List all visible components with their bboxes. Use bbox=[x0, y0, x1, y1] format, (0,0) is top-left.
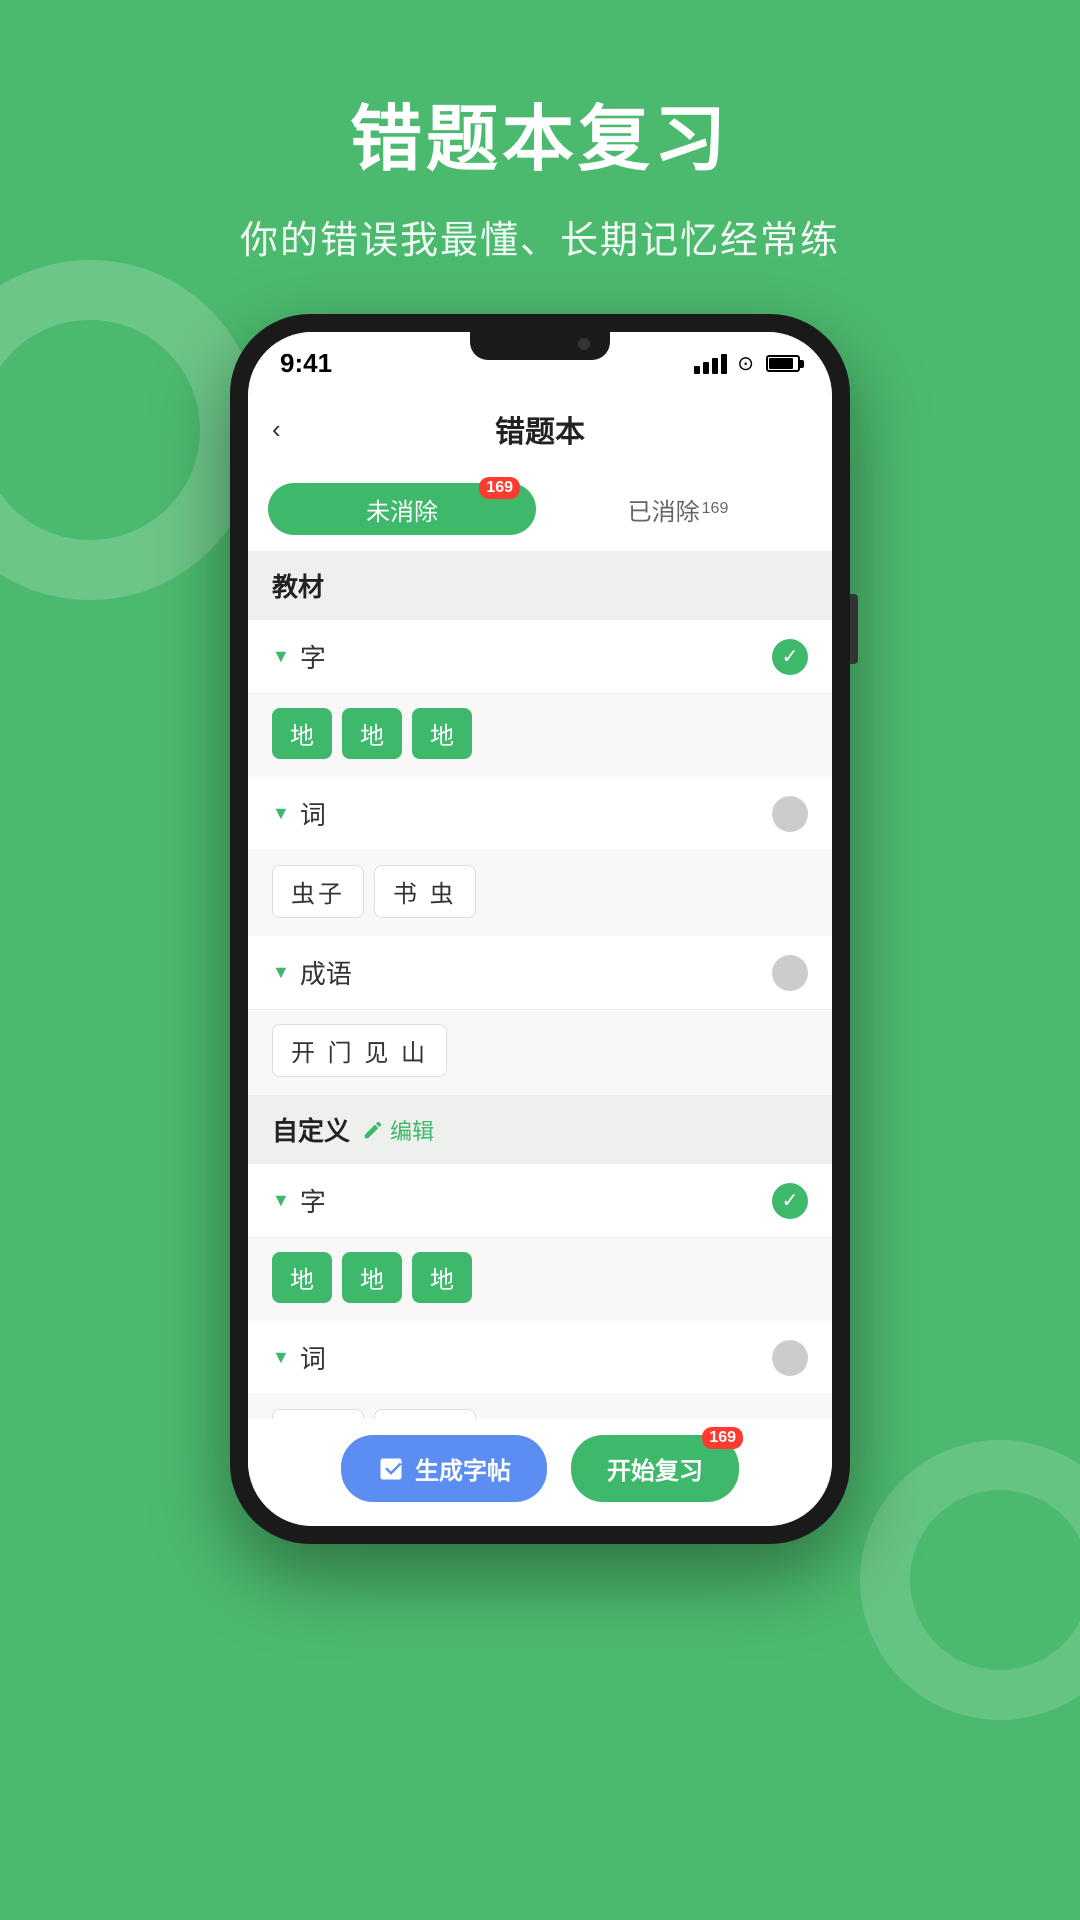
words-row-char-1: 地 地 地 bbox=[248, 694, 832, 777]
page-subtitle: 你的错误我最懂、长期记忆经常练 bbox=[0, 209, 1080, 264]
category-name-char-2: 字 bbox=[300, 1182, 326, 1219]
chevron-down-icon: ▼ bbox=[272, 1347, 290, 1368]
tab-uncleared-badge: 169 bbox=[479, 477, 520, 499]
start-button[interactable]: 开始复习 169 bbox=[571, 1435, 739, 1502]
tab-cleared-badge: 169 bbox=[702, 500, 729, 518]
category-left-word-2: ▼ 词 bbox=[272, 1339, 326, 1376]
tab-uncleared[interactable]: 未消除 169 bbox=[268, 483, 536, 535]
words-row-word-1: 虫子 书 虫 bbox=[248, 851, 832, 936]
start-label: 开始复习 bbox=[607, 1451, 703, 1486]
category-left-char-1: ▼ 字 bbox=[272, 638, 326, 675]
generate-icon bbox=[377, 1455, 405, 1483]
tab-cleared-label: 已消除 bbox=[628, 492, 700, 527]
phone-side-button bbox=[850, 594, 858, 664]
start-badge: 169 bbox=[702, 1427, 743, 1449]
generate-button[interactable]: 生成字帖 bbox=[341, 1435, 547, 1502]
signal-bars-icon bbox=[694, 354, 727, 374]
signal-bar-2 bbox=[703, 362, 709, 374]
word-tag-outline[interactable]: 书 虫 bbox=[374, 865, 476, 918]
phone-screen: 9:41 ⊙ ‹ 错题本 bbox=[248, 332, 832, 1526]
category-row-idiom-1[interactable]: ▼ 成语 bbox=[248, 936, 832, 1010]
edit-icon bbox=[362, 1119, 384, 1141]
back-button[interactable]: ‹ bbox=[272, 414, 281, 445]
chevron-down-icon: ▼ bbox=[272, 1190, 290, 1211]
section-header-custom: 自定义 编辑 bbox=[248, 1095, 832, 1164]
tab-uncleared-label: 未消除 bbox=[366, 492, 438, 527]
edit-label: 编辑 bbox=[390, 1114, 434, 1146]
category-row-word-1[interactable]: ▼ 词 bbox=[248, 777, 832, 851]
word-tag-green-2c[interactable]: 地 bbox=[412, 1252, 472, 1303]
section-header-textbook: 教材 bbox=[248, 551, 832, 620]
words-row-word-2: 虫子 书 虫 bbox=[248, 1395, 832, 1419]
category-name-word-2: 词 bbox=[300, 1339, 326, 1376]
word-tag-green[interactable]: 地 bbox=[272, 708, 332, 759]
battery-icon bbox=[766, 355, 800, 372]
word-tag-outline[interactable]: 虫子 bbox=[272, 865, 364, 918]
section-title-textbook: 教材 bbox=[272, 567, 324, 604]
check-circle-char-1: ✓ bbox=[772, 639, 808, 675]
signal-bar-3 bbox=[712, 358, 718, 374]
status-icons: ⊙ bbox=[694, 351, 800, 376]
category-row-word-2[interactable]: ▼ 词 bbox=[248, 1321, 832, 1395]
category-left-word-1: ▼ 词 bbox=[272, 795, 326, 832]
generate-label: 生成字帖 bbox=[415, 1451, 511, 1486]
tab-cleared[interactable]: 已消除 169 bbox=[544, 483, 812, 535]
word-tag-green-2a[interactable]: 地 bbox=[272, 1252, 332, 1303]
app-title: 错题本 bbox=[495, 407, 585, 451]
category-name-char-1: 字 bbox=[300, 638, 326, 675]
word-tag-outline-idiom[interactable]: 开 门 见 山 bbox=[272, 1024, 447, 1077]
word-tag-outline-word-2a[interactable]: 虫子 bbox=[272, 1409, 364, 1419]
word-tag-outline-word-2b[interactable]: 书 虫 bbox=[374, 1409, 476, 1419]
bottom-bar: 生成字帖 开始复习 169 bbox=[248, 1419, 832, 1526]
chevron-down-icon: ▼ bbox=[272, 646, 290, 667]
signal-bar-1 bbox=[694, 366, 700, 374]
words-row-char-2: 地 地 地 bbox=[248, 1238, 832, 1321]
chevron-down-icon: ▼ bbox=[272, 803, 290, 824]
category-row-char-1[interactable]: ▼ 字 ✓ bbox=[248, 620, 832, 694]
screen-content[interactable]: 教材 ▼ 字 ✓ 地 地 地 ▼ bbox=[248, 551, 832, 1419]
words-row-idiom-1: 开 门 见 山 bbox=[248, 1010, 832, 1095]
tabs-bar: 未消除 169 已消除 169 bbox=[248, 471, 832, 551]
signal-bar-4 bbox=[721, 354, 727, 374]
app-header: ‹ 错题本 bbox=[248, 387, 832, 471]
wifi-icon: ⊙ bbox=[737, 351, 754, 376]
category-left-idiom-1: ▼ 成语 bbox=[272, 954, 352, 991]
gray-circle-idiom-1 bbox=[772, 955, 808, 991]
chevron-down-icon: ▼ bbox=[272, 962, 290, 983]
page-title: 错题本复习 bbox=[0, 80, 1080, 185]
category-left-char-2: ▼ 字 bbox=[272, 1182, 326, 1219]
status-time: 9:41 bbox=[280, 348, 332, 379]
category-row-char-2[interactable]: ▼ 字 ✓ bbox=[248, 1164, 832, 1238]
word-tag-green-2b[interactable]: 地 bbox=[342, 1252, 402, 1303]
phone-camera bbox=[578, 338, 590, 350]
section-edit-button[interactable]: 编辑 bbox=[362, 1114, 434, 1146]
gray-circle-word-1 bbox=[772, 796, 808, 832]
check-circle-char-2: ✓ bbox=[772, 1183, 808, 1219]
phone-wrapper: 9:41 ⊙ ‹ 错题本 bbox=[0, 314, 1080, 1544]
word-tag-green[interactable]: 地 bbox=[342, 708, 402, 759]
category-name-idiom-1: 成语 bbox=[300, 954, 352, 991]
page-header: 错题本复习 你的错误我最懂、长期记忆经常练 bbox=[0, 0, 1080, 304]
category-name-word-1: 词 bbox=[300, 795, 326, 832]
gray-circle-word-2 bbox=[772, 1340, 808, 1376]
phone-frame: 9:41 ⊙ ‹ 错题本 bbox=[230, 314, 850, 1544]
battery-fill bbox=[769, 358, 793, 369]
word-tag-green[interactable]: 地 bbox=[412, 708, 472, 759]
section-title-custom: 自定义 bbox=[272, 1111, 350, 1148]
